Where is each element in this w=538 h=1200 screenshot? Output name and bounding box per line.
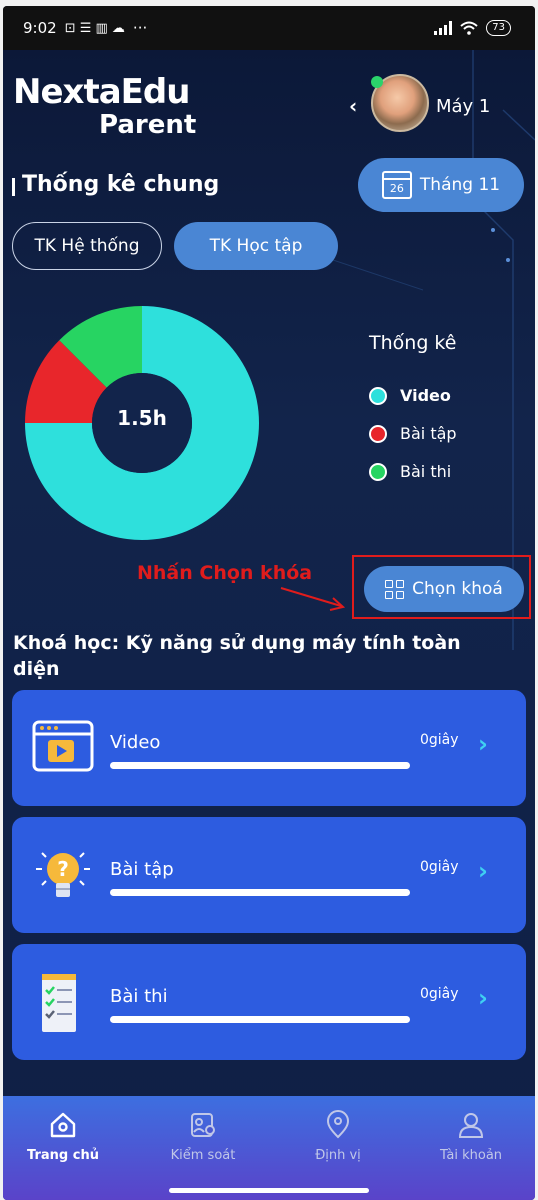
chevron-left-icon[interactable]: ‹ <box>349 94 357 118</box>
progress-bar <box>110 762 410 769</box>
notification-icon: ⊡ ☰ ▥ ☁ <box>64 20 125 36</box>
legend-title: Thống kê <box>369 332 457 354</box>
legend-item-video: Video <box>369 386 451 405</box>
chevron-right-icon: › <box>478 730 488 758</box>
video-player-icon <box>32 720 94 772</box>
nav-item-home[interactable]: Trang chủ <box>3 1110 123 1163</box>
control-icon <box>191 1113 215 1137</box>
course-item-time: 0giây <box>420 859 459 875</box>
app-logo-subtitle: Parent <box>99 110 197 140</box>
course-item-label: Bài thi <box>110 986 168 1007</box>
grid-icon <box>385 579 405 599</box>
course-item-label: Video <box>110 732 161 753</box>
legend-label: Bài thi <box>400 462 452 481</box>
section-title: Thống kê chung <box>22 172 220 197</box>
signal-icon <box>434 21 453 35</box>
legend-item-exercise: Bài tập <box>369 424 457 443</box>
nav-label: Tài khoản <box>439 1148 503 1163</box>
course-item-time: 0giây <box>420 986 459 1002</box>
bottom-navigation: Trang chủ Kiểm soát Định vị Tài khoản <box>3 1096 535 1200</box>
calendar-day: 26 <box>389 182 404 195</box>
wifi-icon <box>460 21 478 35</box>
course-item-time: 0giây <box>420 732 459 748</box>
svg-text:?: ? <box>57 857 69 881</box>
course-item-exam[interactable]: Bài thi 0giây › <box>12 944 526 1060</box>
status-time: 9:02 <box>23 19 57 37</box>
course-item-exercise[interactable]: ? Bài tập 0giây › <box>12 817 526 933</box>
tab-label: TK Học tập <box>209 236 303 256</box>
nav-label: Trang chủ <box>27 1148 99 1163</box>
legend-label: Bài tập <box>400 424 457 443</box>
annotation-arrow-icon <box>280 587 346 611</box>
lightbulb-icon: ? <box>36 852 90 897</box>
annotation-text: Nhấn Chọn khóa <box>137 562 313 584</box>
legend-dot <box>369 462 387 481</box>
online-status-icon <box>371 76 383 88</box>
legend-dot <box>369 424 387 443</box>
calendar-icon: 26 <box>381 171 412 199</box>
phone-screen: 9:02 ⊡ ☰ ▥ ☁ ··· 73 NextaEdu Parent ‹ Má… <box>3 6 535 1200</box>
status-bar: 9:02 ⊡ ☰ ▥ ☁ ··· 73 <box>3 6 535 50</box>
status-extra: ··· <box>132 19 148 37</box>
home-icon <box>50 1112 76 1138</box>
course-title: Khoá học: Kỹ năng sử dụng máy tính toàn … <box>13 632 461 680</box>
month-picker-button[interactable]: 26 Tháng 11 <box>358 158 524 212</box>
tab-label: TK Hệ thống <box>34 236 140 256</box>
nav-label: Kiểm soát <box>170 1148 236 1163</box>
donut-center-label: 1.5h <box>117 406 167 430</box>
course-item-label: Bài tập <box>110 859 174 880</box>
battery-icon: 73 <box>486 20 511 36</box>
checklist-icon <box>42 974 76 1032</box>
nav-item-account[interactable]: Tài khoản <box>411 1110 531 1163</box>
choose-course-button[interactable]: Chọn khoá <box>364 566 524 612</box>
nav-item-control[interactable]: Kiểm soát <box>143 1110 263 1163</box>
home-indicator <box>169 1188 369 1193</box>
nav-item-location[interactable]: Định vị <box>278 1110 398 1163</box>
location-icon <box>326 1110 350 1139</box>
nav-label: Định vị <box>315 1148 361 1163</box>
progress-bar <box>110 889 410 896</box>
device-name[interactable]: Máy 1 <box>436 96 490 117</box>
chevron-right-icon: › <box>478 984 488 1012</box>
month-label: Tháng 11 <box>419 175 501 195</box>
progress-bar <box>110 1016 410 1023</box>
app-logo: NextaEdu <box>13 72 190 112</box>
tab-system-stats[interactable]: TK Hệ thống <box>12 222 162 270</box>
chevron-right-icon: › <box>478 857 488 885</box>
legend-dot <box>369 386 387 405</box>
course-item-video[interactable]: Video 0giây › <box>12 690 526 806</box>
account-icon <box>458 1113 484 1138</box>
section-title-bar <box>12 178 15 196</box>
legend-item-exam: Bài thi <box>369 462 451 481</box>
legend-label: Video <box>400 386 451 405</box>
choose-course-label: Chọn khoá <box>412 579 503 599</box>
tab-learning-stats[interactable]: TK Học tập <box>174 222 338 270</box>
